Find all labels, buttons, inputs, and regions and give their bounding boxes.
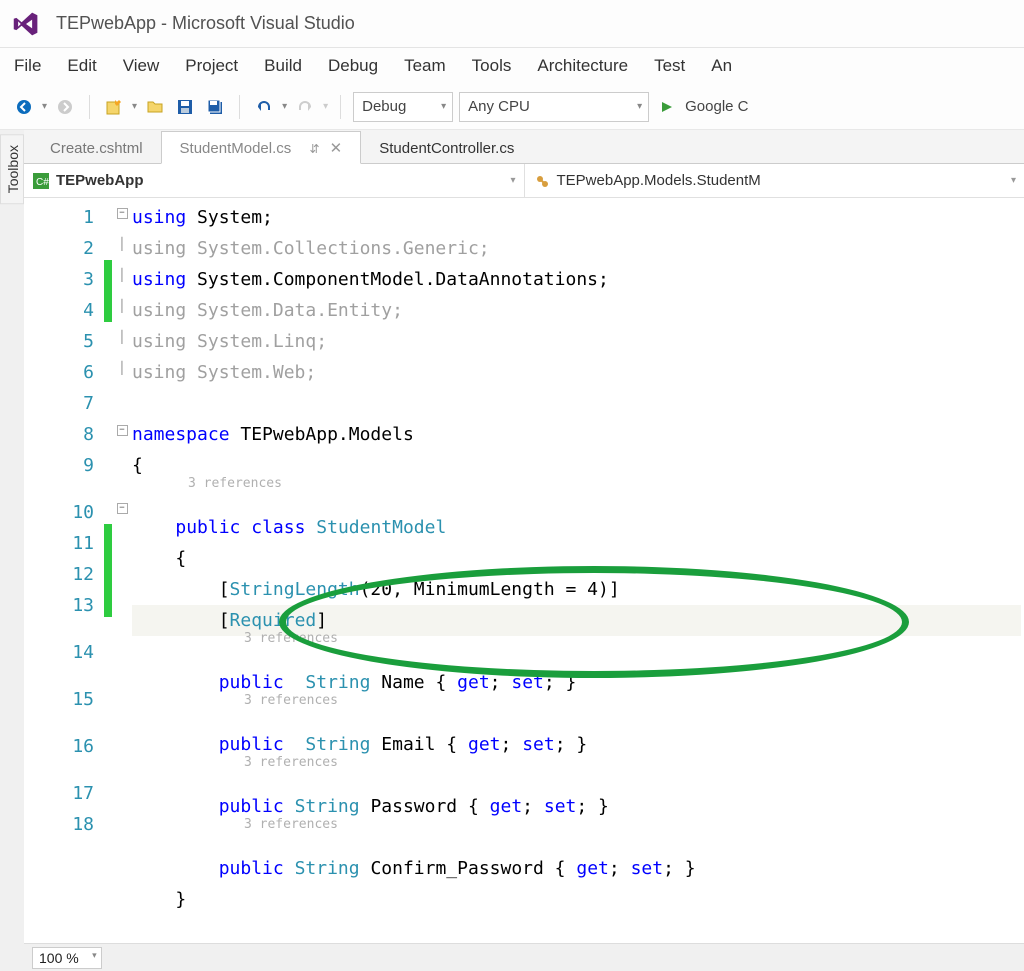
menu-project[interactable]: Project <box>185 56 238 76</box>
start-target-label[interactable]: Google C <box>685 98 748 115</box>
class-icon <box>533 172 551 190</box>
line-number-gutter: 123456789 10111213 14 15 16 1718 <box>24 198 104 943</box>
menu-team[interactable]: Team <box>404 56 446 76</box>
redo-icon[interactable] <box>293 95 317 119</box>
close-tab-icon[interactable]: ✕ <box>330 140 343 157</box>
open-file-icon[interactable] <box>143 95 167 119</box>
nav-forward-icon[interactable] <box>53 95 77 119</box>
menu-architecture[interactable]: Architecture <box>537 56 628 76</box>
tab-create-cshtml[interactable]: Create.cshtml <box>32 133 161 163</box>
undo-icon[interactable] <box>252 95 276 119</box>
code-content[interactable]: using System; using System.Collections.G… <box>132 198 1024 943</box>
menu-debug[interactable]: Debug <box>328 56 378 76</box>
titlebar: TEPwebApp - Microsoft Visual Studio <box>0 0 1024 48</box>
menu-view[interactable]: View <box>123 56 160 76</box>
nav-back-icon[interactable] <box>12 95 36 119</box>
nav-type-dropdown[interactable]: TEPwebApp.Models.StudentM <box>525 164 1024 197</box>
save-all-icon[interactable] <box>203 95 227 119</box>
code-editor[interactable]: 123456789 10111213 14 15 16 1718 −│││││ … <box>24 198 1024 943</box>
document-tabs: Create.cshtml StudentModel.cs ⇵ ✕ Studen… <box>24 130 1024 164</box>
menu-edit[interactable]: Edit <box>67 56 96 76</box>
solution-config-dropdown[interactable]: Debug <box>353 92 453 122</box>
change-indicator <box>104 198 112 943</box>
menu-build[interactable]: Build <box>264 56 302 76</box>
menu-file[interactable]: File <box>14 56 41 76</box>
menu-test[interactable]: Test <box>654 56 685 76</box>
window-title: TEPwebApp - Microsoft Visual Studio <box>56 13 355 34</box>
pin-icon[interactable]: ⇵ <box>309 142 319 156</box>
zoom-dropdown[interactable]: 100 % <box>32 947 102 969</box>
menubar: File Edit View Project Build Debug Team … <box>0 48 1024 84</box>
menu-analyze[interactable]: An <box>711 56 732 76</box>
tab-studentmodel-cs[interactable]: StudentModel.cs ⇵ ✕ <box>161 131 362 164</box>
editor-status-bar: 100 % <box>24 943 1024 971</box>
fold-gutter[interactable]: −│││││ − − <box>112 198 132 943</box>
csharp-project-icon: C# <box>32 172 50 190</box>
new-project-icon[interactable] <box>102 95 126 119</box>
visual-studio-logo-icon <box>12 10 40 38</box>
navigation-bar: C# TEPwebApp TEPwebApp.Models.StudentM <box>24 164 1024 198</box>
start-debug-icon[interactable] <box>655 95 679 119</box>
svg-text:C#: C# <box>36 177 49 188</box>
solution-platform-dropdown[interactable]: Any CPU <box>459 92 649 122</box>
toolbar: ▾ ▾ ▾ ▾ Debug Any CPU Google C <box>0 84 1024 130</box>
save-icon[interactable] <box>173 95 197 119</box>
nav-project-dropdown[interactable]: C# TEPwebApp <box>24 164 525 197</box>
menu-tools[interactable]: Tools <box>472 56 512 76</box>
tab-studentcontroller-cs[interactable]: StudentController.cs <box>361 133 532 163</box>
toolbox-tab[interactable]: Toolbox <box>0 134 24 204</box>
